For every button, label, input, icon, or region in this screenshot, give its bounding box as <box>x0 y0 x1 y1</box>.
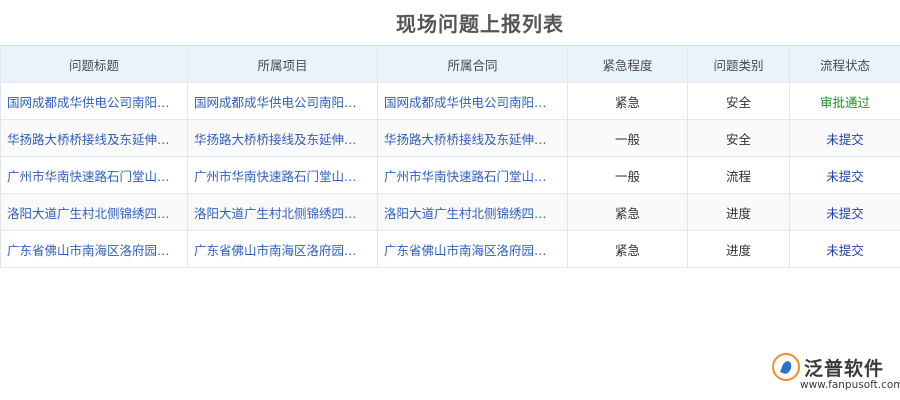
column-header-project[interactable]: 所属项目 <box>187 45 378 83</box>
status-cell: 未提交 <box>789 119 900 157</box>
status-cell: 审批通过 <box>789 82 900 120</box>
project-link[interactable]: 广东省佛山市南海区洛府园… <box>187 230 378 268</box>
status-cell: 未提交 <box>789 230 900 268</box>
table-row[interactable]: 广东省佛山市南海区洛府园… 广东省佛山市南海区洛府园… 广东省佛山市南海区洛府园… <box>0 230 900 268</box>
issue-title-link[interactable]: 洛阳大道广生村北侧锦绣四… <box>0 193 188 231</box>
urgency-cell: 一般 <box>567 156 688 194</box>
project-link[interactable]: 华扬路大桥桥接线及东延伸… <box>187 119 378 157</box>
column-header-urgency[interactable]: 紧急程度 <box>567 45 688 83</box>
issue-title-link[interactable]: 华扬路大桥桥接线及东延伸… <box>0 119 188 157</box>
table-row[interactable]: 广州市华南快速路石门堂山… 广州市华南快速路石门堂山… 广州市华南快速路石门堂山… <box>0 156 900 194</box>
issue-title-link[interactable]: 广州市华南快速路石门堂山… <box>0 156 188 194</box>
brand-logo: 泛普软件 www.fanpusoft.com <box>770 350 900 394</box>
project-link[interactable]: 洛阳大道广生村北侧锦绣四… <box>187 193 378 231</box>
contract-link[interactable]: 广州市华南快速路石门堂山… <box>377 156 568 194</box>
column-header-contract[interactable]: 所属合同 <box>377 45 568 83</box>
column-header-status[interactable]: 流程状态 <box>789 45 900 83</box>
column-header-category[interactable]: 问题类别 <box>687 45 790 83</box>
brand-name: 泛普软件 <box>804 358 885 380</box>
urgency-cell: 一般 <box>567 119 688 157</box>
contract-link[interactable]: 洛阳大道广生村北侧锦绣四… <box>377 193 568 231</box>
issue-report-table: 问题标题 所属项目 所属合同 紧急程度 问题类别 流程状态 国网成都成华供电公司… <box>0 45 900 268</box>
project-link[interactable]: 广州市华南快速路石门堂山… <box>187 156 378 194</box>
table-row[interactable]: 国网成都成华供电公司南阳… 国网成都成华供电公司南阳… 国网成都成华供电公司南阳… <box>0 82 900 120</box>
issue-title-link[interactable]: 国网成都成华供电公司南阳… <box>0 82 188 120</box>
table-row[interactable]: 华扬路大桥桥接线及东延伸… 华扬路大桥桥接线及东延伸… 华扬路大桥桥接线及东延伸… <box>0 119 900 157</box>
contract-link[interactable]: 华扬路大桥桥接线及东延伸… <box>377 119 568 157</box>
status-cell: 未提交 <box>789 156 900 194</box>
page-title: 现场问题上报列表 <box>396 12 564 36</box>
table-header-row: 问题标题 所属项目 所属合同 紧急程度 问题类别 流程状态 <box>0 45 900 83</box>
contract-link[interactable]: 国网成都成华供电公司南阳… <box>377 82 568 120</box>
category-cell: 进度 <box>687 230 790 268</box>
table-row[interactable]: 洛阳大道广生村北侧锦绣四… 洛阳大道广生村北侧锦绣四… 洛阳大道广生村北侧锦绣四… <box>0 193 900 231</box>
status-cell: 未提交 <box>789 193 900 231</box>
urgency-cell: 紧急 <box>567 82 688 120</box>
category-cell: 流程 <box>687 156 790 194</box>
column-header-title[interactable]: 问题标题 <box>0 45 188 83</box>
category-cell: 进度 <box>687 193 790 231</box>
urgency-cell: 紧急 <box>567 193 688 231</box>
issue-title-link[interactable]: 广东省佛山市南海区洛府园… <box>0 230 188 268</box>
urgency-cell: 紧急 <box>567 230 688 268</box>
brand-url: www.fanpusoft.com <box>800 379 900 391</box>
category-cell: 安全 <box>687 119 790 157</box>
category-cell: 安全 <box>687 82 790 120</box>
fanpu-logo-icon <box>772 353 800 381</box>
contract-link[interactable]: 广东省佛山市南海区洛府园… <box>377 230 568 268</box>
project-link[interactable]: 国网成都成华供电公司南阳… <box>187 82 378 120</box>
